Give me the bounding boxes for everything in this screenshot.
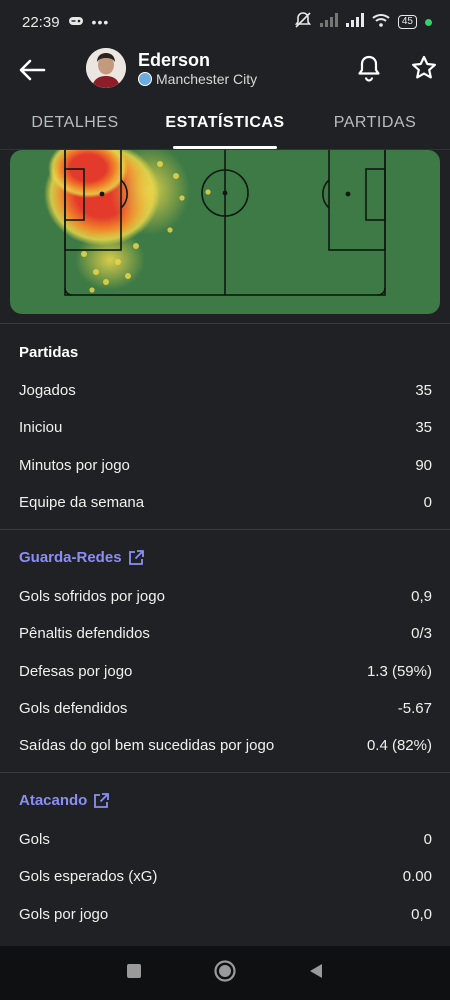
status-bar: 22:39 ••• 45	[0, 0, 450, 44]
stat-label: Iniciou	[19, 418, 63, 436]
stat-value: 0/3	[411, 624, 432, 642]
more-notifications-icon: •••	[91, 14, 110, 30]
signal-icon-2	[345, 13, 364, 31]
stat-label: Gols por jogo	[19, 905, 109, 923]
status-left: 22:39 •••	[22, 14, 109, 31]
external-link-icon	[128, 549, 144, 565]
section-divider	[0, 772, 450, 773]
stat-row: Pênaltis defendidos 0/3	[19, 621, 432, 645]
camera-indicator-dot	[425, 18, 432, 26]
stat-row: Iniciou 35	[19, 415, 432, 439]
section-title-partidas: Partidas	[19, 344, 79, 361]
section-link-goalkeeper[interactable]: Guarda-Redes	[19, 549, 144, 566]
stat-row: Gols por jogo 0,0	[19, 902, 432, 926]
stat-value: 0	[423, 830, 432, 848]
arrow-left-icon	[19, 59, 46, 81]
stat-label: Jogados	[19, 381, 76, 399]
status-right: 45	[294, 11, 432, 33]
stat-value: 0	[423, 493, 432, 511]
stat-label: Defesas por jogo	[19, 662, 133, 680]
stat-value: 0,0	[411, 905, 432, 923]
game-controller-icon	[68, 14, 84, 31]
section-title-goalkeeper: Guarda-Redes	[19, 549, 122, 566]
stat-label: Minutos por jogo	[19, 456, 130, 474]
stat-value: 90	[415, 456, 432, 474]
stat-value: 35	[415, 418, 432, 436]
home-button[interactable]	[213, 959, 237, 988]
star-icon	[412, 55, 436, 79]
tab-detalhes[interactable]: DETALHES	[0, 104, 150, 149]
stat-row: Gols defendidos -5.67	[19, 696, 432, 720]
tab-partidas[interactable]: PARTIDAS	[300, 104, 450, 149]
status-time: 22:39	[22, 13, 60, 31]
stat-label: Equipe da semana	[19, 493, 145, 511]
stat-label: Saídas do gol bem sucedidas por jogo	[19, 736, 275, 754]
triangle-back-icon	[310, 963, 322, 978]
bell-icon	[358, 55, 380, 82]
square-icon	[127, 963, 141, 978]
stat-value: 1.3 (59%)	[366, 662, 432, 680]
back-nav-button[interactable]	[307, 962, 325, 985]
tab-bar: DETALHES ESTATÍSTICAS PARTIDAS	[0, 104, 450, 150]
stat-row: Defesas por jogo 1.3 (59%)	[19, 659, 432, 683]
player-header: Ederson Manchester City	[0, 44, 450, 96]
stat-label: Pênaltis defendidos	[19, 624, 150, 642]
stat-row: Equipe da semana 0	[19, 490, 432, 514]
team-badge-icon	[138, 72, 152, 86]
section-link-attacking[interactable]: Atacando	[19, 792, 110, 809]
section-title-attacking: Atacando	[19, 792, 88, 809]
wifi-icon	[372, 13, 390, 31]
home-circle-icon	[214, 959, 236, 982]
heatmap	[10, 150, 440, 314]
stat-value: 35	[415, 381, 432, 399]
battery-icon: 45	[397, 15, 417, 29]
heat-zone-lower	[75, 230, 145, 290]
system-nav-bar	[0, 946, 450, 1000]
back-button[interactable]	[16, 54, 48, 86]
stat-label: Gols sofridos por jogo	[19, 587, 165, 605]
favorite-star-button[interactable]	[410, 54, 438, 82]
stat-value: 0,9	[411, 587, 432, 605]
stat-row: Gols 0	[19, 827, 432, 851]
stat-row: Gols esperados (xG) 0.00	[19, 864, 432, 888]
recent-apps-button[interactable]	[125, 962, 143, 985]
team-row[interactable]: Manchester City	[138, 71, 257, 87]
muted-bell-icon	[294, 11, 312, 33]
external-link-icon	[94, 792, 110, 808]
team-name: Manchester City	[156, 71, 258, 87]
stat-row: Jogados 35	[19, 378, 432, 402]
signal-icon	[319, 13, 338, 31]
stat-label: Gols esperados (xG)	[19, 867, 158, 885]
stat-value: 0.00	[402, 867, 432, 885]
stat-row: Saídas do gol bem sucedidas por jogo 0.4…	[19, 733, 432, 757]
avatar	[86, 48, 126, 88]
stat-value: 0.4 (82%)	[366, 736, 432, 754]
notification-bell-button[interactable]	[356, 54, 382, 82]
stat-row: Minutos por jogo 90	[19, 453, 432, 477]
stat-value: -5.67	[397, 699, 432, 717]
stat-row: Gols sofridos por jogo 0,9	[19, 584, 432, 608]
stat-label: Gols	[19, 830, 50, 848]
section-divider	[0, 529, 450, 530]
tab-estatisticas[interactable]: ESTATÍSTICAS	[150, 104, 300, 149]
player-name: Ederson	[138, 50, 211, 70]
stat-label: Gols defendidos	[19, 699, 128, 717]
section-divider	[0, 323, 450, 324]
